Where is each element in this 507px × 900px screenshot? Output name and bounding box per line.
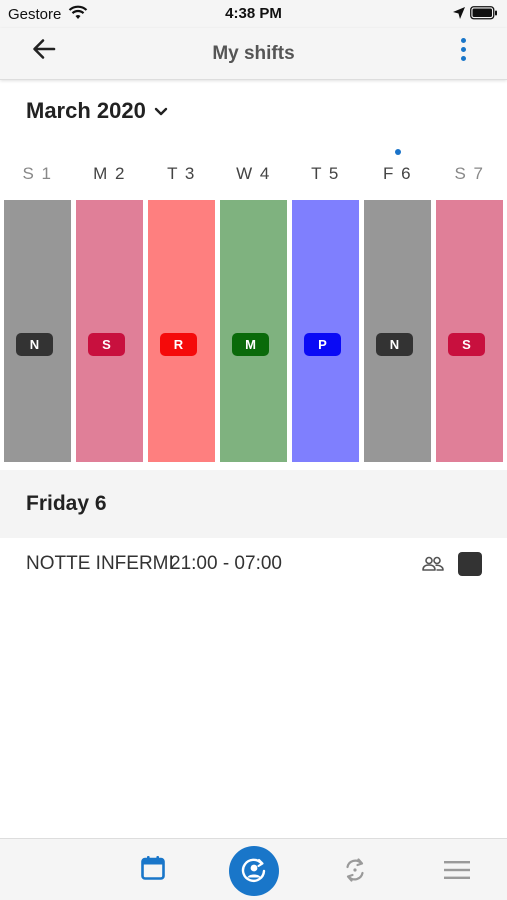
nav-bar: My shifts [0,28,507,80]
shift-badge: M [232,333,269,356]
day-label[interactable]: W 4 [220,164,287,184]
shift-list-item[interactable]: NOTTE INFERMI 21:00 - 07:00 [0,540,507,588]
shift-color-swatch [458,552,482,576]
shift-column[interactable]: N [4,200,71,462]
chevron-down-icon [154,107,168,116]
shift-badge: N [376,333,413,356]
day-section-header: Friday 6 [0,470,507,538]
day-label[interactable]: M 2 [76,164,143,184]
shift-column[interactable]: R [148,200,215,462]
selected-day-title: Friday 6 [26,492,107,515]
home-user-icon [241,858,266,883]
menu-icon[interactable] [443,859,471,881]
swap-icon[interactable] [341,856,369,884]
calendar-icon[interactable] [140,855,166,881]
shift-name: NOTTE INFERMI [26,553,174,574]
people-icon[interactable] [421,555,445,573]
shift-badge: S [88,333,125,356]
shift-column[interactable]: P [292,200,359,462]
home-tab-button[interactable] [229,846,279,896]
day-label[interactable]: T 5 [292,164,359,184]
clock: 4:38 PM [225,5,282,22]
day-label[interactable]: F 6 [364,164,431,184]
day-label[interactable]: S 1 [4,164,71,184]
tab-bar [0,838,507,900]
location-arrow-icon [453,7,465,19]
shift-column[interactable]: S [76,200,143,462]
shift-column[interactable]: N [364,200,431,462]
shift-badge: P [304,333,341,356]
today-indicator [395,149,401,155]
battery-icon [470,6,497,20]
shift-badge: N [16,333,53,356]
shift-badge: S [448,333,485,356]
shift-column[interactable]: M [220,200,287,462]
more-options-icon[interactable] [454,36,474,64]
month-picker[interactable]: March 2020 [26,98,168,124]
shift-badge: R [160,333,197,356]
month-label: March 2020 [26,98,146,123]
shift-column[interactable]: S [436,200,503,462]
day-label[interactable]: S 7 [436,164,503,184]
shift-time: 21:00 - 07:00 [170,553,282,574]
status-bar: Gestore 4:38 PM [0,0,507,28]
page-title: My shifts [212,43,295,64]
day-label[interactable]: T 3 [148,164,215,184]
